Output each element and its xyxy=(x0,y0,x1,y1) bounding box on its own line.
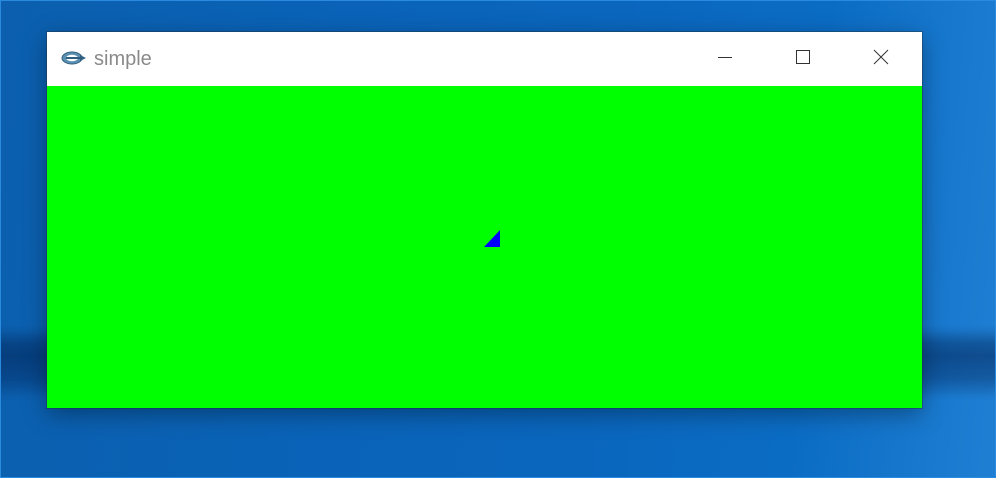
app-logo-icon xyxy=(61,50,87,66)
minimize-button[interactable] xyxy=(686,32,764,86)
maximize-button[interactable] xyxy=(764,32,842,86)
app-window: simple xyxy=(47,32,922,408)
maximize-icon xyxy=(795,49,811,70)
blue-triangle-shape xyxy=(484,230,501,247)
render-canvas[interactable] xyxy=(47,86,922,408)
window-title: simple xyxy=(94,48,152,70)
close-button[interactable] xyxy=(842,32,920,86)
minimize-icon xyxy=(717,49,733,70)
title-bar[interactable]: simple xyxy=(47,32,922,86)
close-icon xyxy=(873,49,889,70)
